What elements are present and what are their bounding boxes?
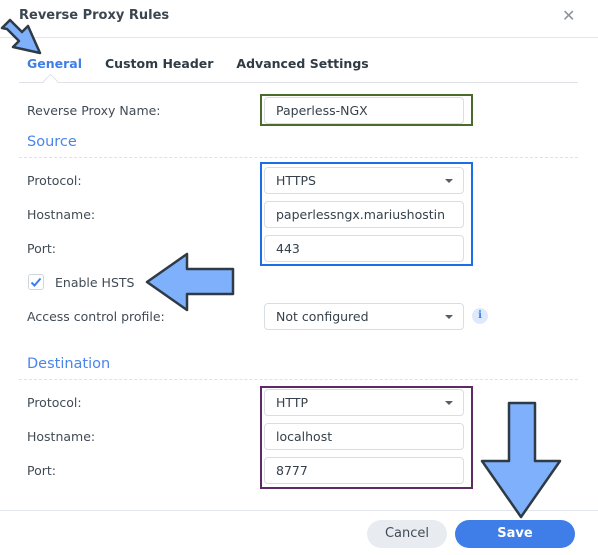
header-divider: [0, 37, 598, 38]
destination-port-label: Port:: [27, 463, 56, 478]
info-icon[interactable]: i: [472, 308, 488, 324]
checkmark-icon: [30, 277, 42, 287]
tab-bar: General Custom Header Advanced Settings: [27, 56, 369, 71]
chevron-down-icon: [445, 401, 453, 405]
close-icon[interactable]: ✕: [562, 6, 575, 25]
chevron-down-icon: [445, 315, 453, 319]
source-divider: [19, 157, 578, 158]
source-heading: Source: [27, 134, 77, 150]
tab-advanced-settings[interactable]: Advanced Settings: [236, 56, 368, 71]
reverse-proxy-name-value: Paperless-NGX: [276, 103, 368, 118]
source-protocol-value: HTTPS: [276, 173, 316, 188]
source-port-value: 443: [276, 241, 300, 256]
destination-protocol-value: HTTP: [276, 395, 308, 410]
tab-divider: [19, 82, 578, 83]
reverse-proxy-name-label: Reverse Proxy Name:: [27, 103, 161, 118]
footer-divider: [0, 510, 598, 511]
save-button[interactable]: Save: [455, 520, 575, 548]
source-port-label: Port:: [27, 241, 56, 256]
active-tab-indicator: [42, 73, 59, 90]
access-control-profile-value: Not configured: [276, 309, 369, 324]
tab-custom-header[interactable]: Custom Header: [105, 56, 213, 71]
destination-hostname-input[interactable]: localhost: [264, 423, 464, 450]
reverse-proxy-name-input[interactable]: Paperless-NGX: [264, 97, 464, 124]
tab-general[interactable]: General: [27, 56, 82, 71]
source-port-input[interactable]: 443: [264, 235, 464, 262]
destination-port-value: 8777: [276, 463, 308, 478]
enable-hsts-checkbox[interactable]: [28, 274, 44, 290]
source-hostname-label: Hostname:: [27, 207, 96, 222]
source-protocol-select[interactable]: HTTPS: [264, 167, 464, 194]
arrow-to-save-icon: [480, 401, 562, 519]
destination-hostname-value: localhost: [276, 429, 333, 444]
destination-port-input[interactable]: 8777: [264, 457, 464, 484]
destination-heading: Destination: [27, 356, 111, 372]
source-protocol-label: Protocol:: [27, 173, 82, 188]
cancel-button[interactable]: Cancel: [367, 520, 447, 548]
source-hostname-input[interactable]: paperlessngx.mariushostin: [264, 201, 464, 228]
dialog-title: Reverse Proxy Rules: [19, 8, 170, 23]
chevron-down-icon: [445, 179, 453, 183]
access-control-profile-label: Access control profile:: [27, 309, 165, 324]
arrow-to-hsts-icon: [145, 252, 235, 312]
source-hostname-value: paperlessngx.mariushostin: [276, 207, 446, 222]
access-control-profile-select[interactable]: Not configured: [264, 303, 464, 330]
enable-hsts-label: Enable HSTS: [55, 275, 135, 290]
destination-protocol-label: Protocol:: [27, 395, 82, 410]
destination-hostname-label: Hostname:: [27, 429, 96, 444]
destination-protocol-select[interactable]: HTTP: [264, 389, 464, 416]
destination-divider: [19, 379, 578, 380]
